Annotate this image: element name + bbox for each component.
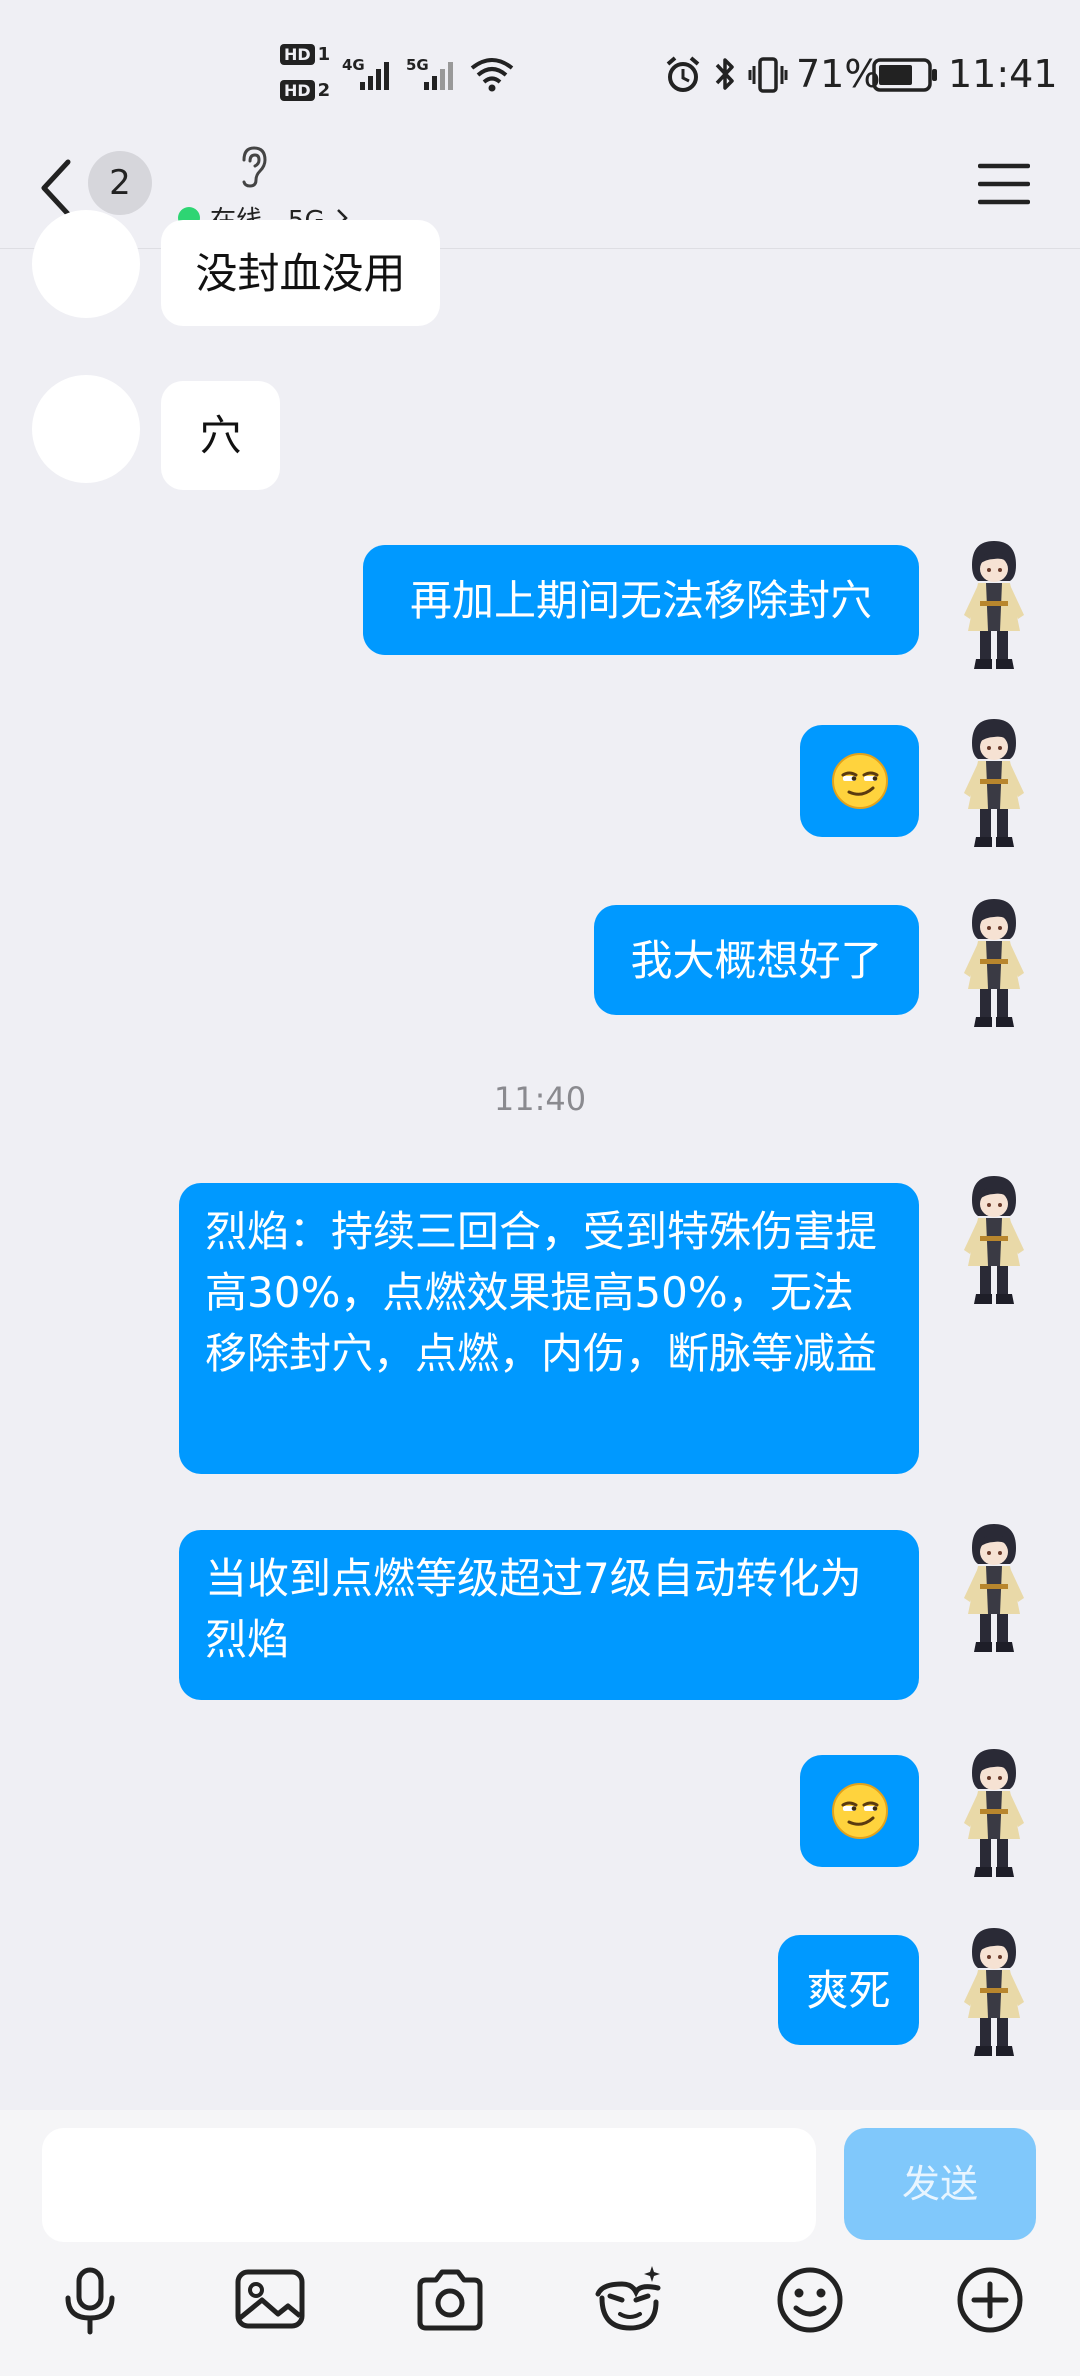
ear-icon[interactable] xyxy=(236,144,270,190)
my-avatar[interactable] xyxy=(950,893,1038,1033)
battery-percent: 71% xyxy=(796,52,881,96)
contact-avatar[interactable] xyxy=(32,375,140,483)
signal-icon-2 xyxy=(424,62,453,90)
my-avatar[interactable] xyxy=(950,1518,1038,1658)
image-icon[interactable] xyxy=(232,2262,308,2338)
my-avatar[interactable] xyxy=(950,713,1038,853)
smirk-emoji-icon xyxy=(830,1781,890,1841)
message-bubble-incoming[interactable]: 没封血没用 xyxy=(161,220,440,326)
alarm-icon xyxy=(666,56,700,92)
plus-icon[interactable] xyxy=(952,2262,1028,2338)
message-input[interactable] xyxy=(42,2128,816,2242)
message-bubble-outgoing[interactable]: 我大概想好了 xyxy=(594,905,919,1015)
vibrate-icon xyxy=(748,57,788,93)
my-avatar[interactable] xyxy=(950,1743,1038,1883)
smirk-emoji-icon xyxy=(830,751,890,811)
message-bubble-outgoing[interactable] xyxy=(800,725,919,837)
hd2-label: HD xyxy=(280,80,315,101)
wifi-icon xyxy=(470,58,514,92)
status-bar: HD 1 HD 2 4G 5G 71% 11:41 xyxy=(0,0,1080,140)
message-bubble-outgoing[interactable]: 当收到点燃等级超过7级自动转化为烈焰 xyxy=(179,1530,919,1700)
microphone-icon[interactable] xyxy=(52,2262,128,2338)
timestamp-divider: 11:40 xyxy=(493,1080,587,1118)
my-avatar[interactable] xyxy=(950,535,1038,675)
menu-button[interactable] xyxy=(978,162,1030,206)
chat-screen: HD 1 HD 2 4G 5G 71% 11:41 2 没封血没用 穴 再加上期… xyxy=(0,0,1080,2376)
my-avatar[interactable] xyxy=(950,1922,1038,2062)
emoji-icon[interactable] xyxy=(772,2262,848,2338)
contact-avatar[interactable] xyxy=(32,210,140,318)
sim2-indicator: HD 2 xyxy=(280,80,330,101)
message-bubble-outgoing[interactable] xyxy=(800,1755,919,1867)
bluetooth-icon xyxy=(715,58,734,90)
camera-icon[interactable] xyxy=(412,2262,488,2338)
sim2-number: 2 xyxy=(317,80,331,101)
clock: 11:41 xyxy=(948,52,1058,96)
my-avatar[interactable] xyxy=(950,1170,1038,1310)
message-bubble-outgoing[interactable]: 烈焰：持续三回合，受到特殊伤害提高30%，点燃效果提高50%，无法移除封穴，点燃… xyxy=(179,1183,919,1474)
message-bubble-outgoing[interactable]: 爽死 xyxy=(778,1935,919,2045)
sticker-icon[interactable] xyxy=(592,2262,668,2338)
input-area: 发送 xyxy=(0,2110,1080,2376)
sim1-indicator: HD 1 xyxy=(280,44,330,65)
message-bubble-outgoing[interactable]: 再加上期间无法移除封穴 xyxy=(363,545,919,655)
send-button[interactable]: 发送 xyxy=(844,2128,1036,2240)
message-bubble-incoming[interactable]: 穴 xyxy=(161,381,280,490)
battery-icon xyxy=(872,58,937,92)
unread-count-badge[interactable]: 2 xyxy=(88,151,152,215)
sim1-number: 1 xyxy=(317,44,331,65)
back-button[interactable] xyxy=(36,156,76,220)
hd1-label: HD xyxy=(280,44,315,65)
signal-icon-1 xyxy=(360,62,389,90)
